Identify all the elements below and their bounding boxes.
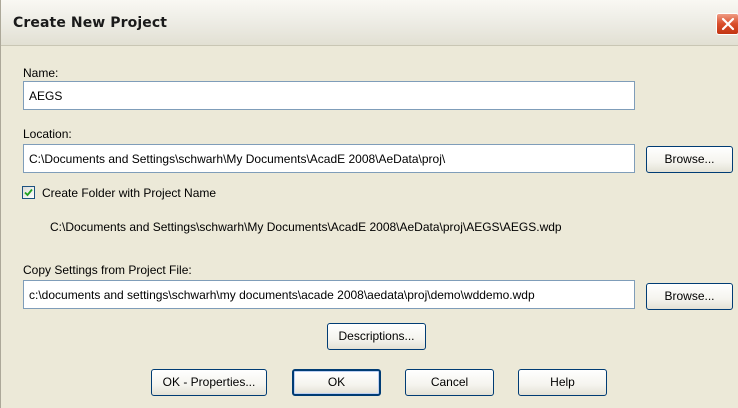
cancel-button[interactable]: Cancel	[405, 369, 494, 396]
help-button[interactable]: Help	[518, 369, 607, 396]
create-folder-checkbox[interactable]	[22, 186, 35, 199]
name-label: Name:	[23, 66, 59, 80]
title-bar[interactable]: Create New Project	[1, 0, 738, 46]
name-input[interactable]: AEGS	[23, 81, 635, 110]
location-input[interactable]: C:\Documents and Settings\schwarh\My Doc…	[23, 144, 635, 173]
create-folder-label[interactable]: Create Folder with Project Name	[42, 186, 216, 200]
resulting-project-path: C:\Documents and Settings\schwarh\My Doc…	[50, 220, 562, 234]
copy-settings-browse-button[interactable]: Browse...	[646, 283, 733, 310]
copy-settings-input[interactable]: c:\documents and settings\schwarh\my doc…	[23, 280, 635, 309]
location-browse-button[interactable]: Browse...	[646, 146, 733, 173]
location-label: Location:	[23, 127, 72, 141]
copy-settings-label: Copy Settings from Project File:	[23, 263, 192, 277]
checkmark-icon	[24, 188, 33, 197]
ok-button[interactable]: OK	[292, 369, 381, 396]
create-new-project-dialog: Create New Project Name: AEGS Location: …	[0, 0, 738, 408]
descriptions-button[interactable]: Descriptions...	[327, 323, 426, 350]
dialog-title: Create New Project	[13, 15, 168, 31]
close-icon	[721, 17, 735, 31]
ok-properties-button[interactable]: OK - Properties...	[151, 369, 267, 396]
close-button[interactable]	[716, 13, 738, 35]
